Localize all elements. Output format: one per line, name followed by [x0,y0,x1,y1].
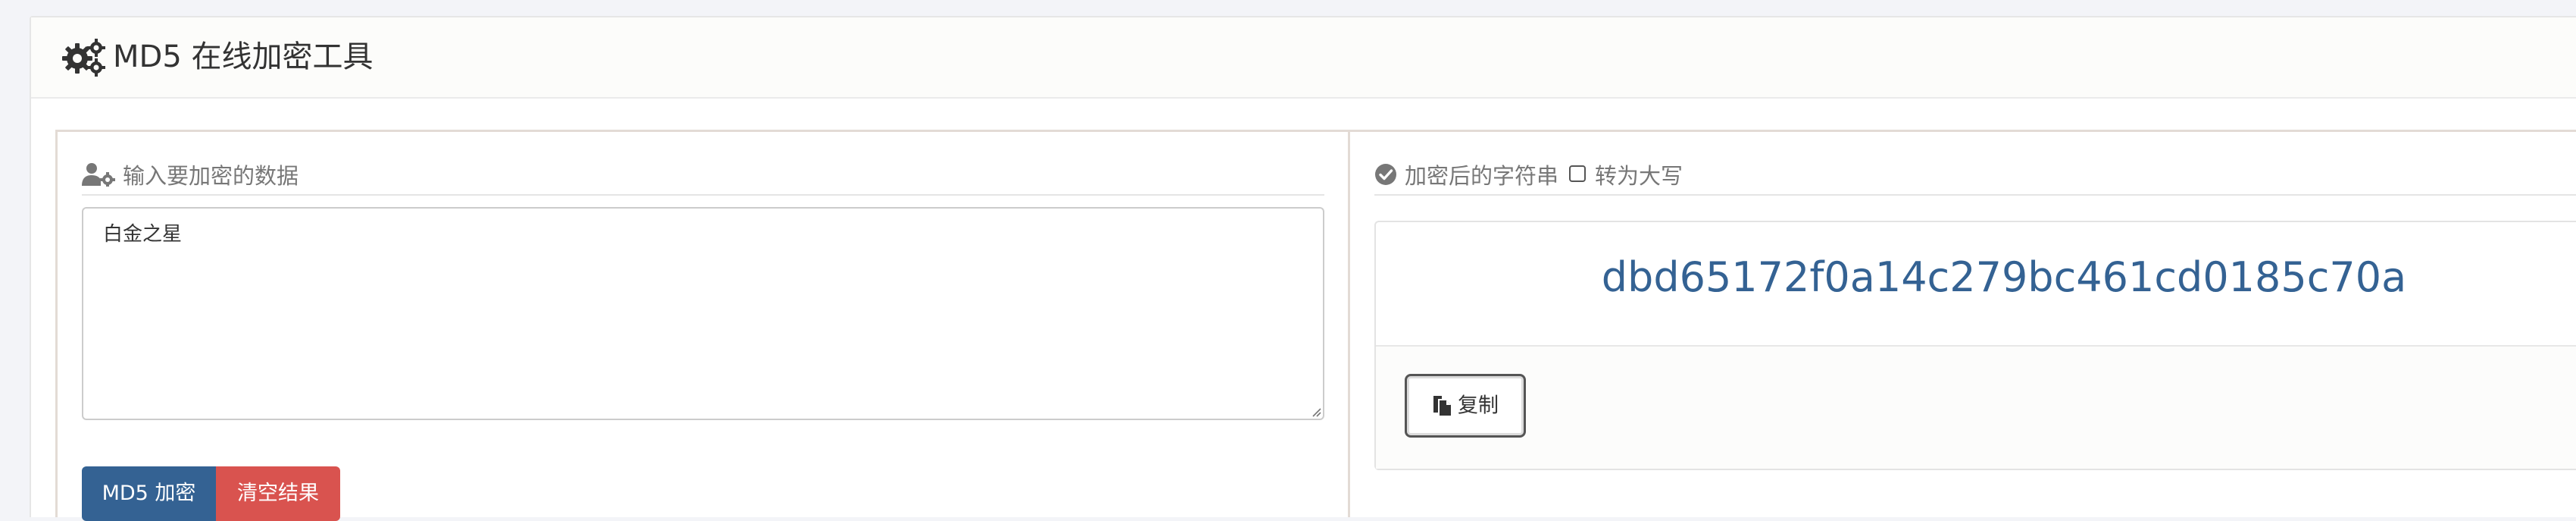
result-box: dbd65172f0a14c279bc461cd0185c70a 复制 [1374,221,2576,470]
output-legend-label: 加密后的字符串 [1405,163,1559,189]
output-legend: 加密后的字符串 转为大写 [1374,155,2576,196]
check-circle-icon [1375,164,1396,185]
input-legend-label: 输入要加密的数据 [123,163,299,189]
result-display: dbd65172f0a14c279bc461cd0185c70a [1376,222,2576,347]
panel-body: 输入要加密的数据 白金之星 MD5 加密 清空结果 加密后的字符串 转为大写 db… [55,130,2576,521]
panel-heading: MD5 在线加密工具 [31,17,2576,99]
input-textarea[interactable]: 白金之星 [82,207,1324,420]
md5-result-text: dbd65172f0a14c279bc461cd0185c70a [1601,253,2407,301]
uppercase-checkbox[interactable] [1569,165,1587,182]
copy-button[interactable]: 复制 [1405,374,1526,438]
cogs-icon [62,39,105,77]
output-column: 加密后的字符串 转为大写 dbd65172f0a14c279bc461cd0185… [1350,132,2576,517]
input-legend: 输入要加密的数据 [82,155,1324,196]
user-gear-icon [82,163,115,187]
copy-icon [1433,395,1451,416]
md5-encrypt-button[interactable]: MD5 加密 [82,466,216,521]
copy-button-label: 复制 [1458,394,1499,418]
input-column: 输入要加密的数据 白金之星 MD5 加密 清空结果 [58,132,1350,521]
resize-grip-icon[interactable] [1311,406,1321,417]
result-footer: 复制 [1376,347,2576,469]
uppercase-checkbox-label[interactable]: 转为大写 [1595,163,1683,189]
clear-result-button[interactable]: 清空结果 [216,466,340,521]
tool-panel: MD5 在线加密工具 输入要加密的数据 白金之星 MD5 加密 清空结果 加密后… [30,16,2576,521]
page-title: MD5 在线加密工具 [113,39,374,74]
